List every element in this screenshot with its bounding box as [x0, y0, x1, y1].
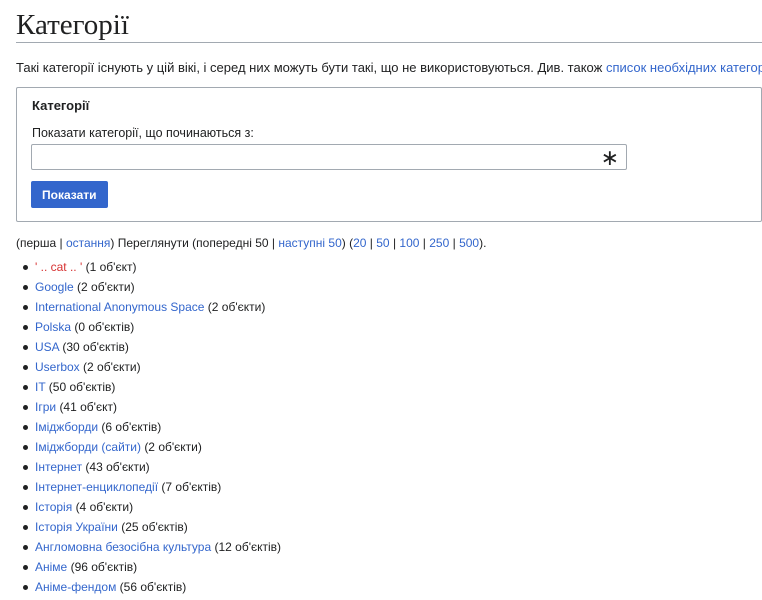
category-link[interactable]: Google — [35, 280, 74, 294]
bullet-icon — [23, 285, 28, 290]
list-item: International Anonymous Space (2 об'єкти… — [16, 297, 762, 317]
category-prefix-input[interactable] — [32, 145, 608, 169]
category-count: (56 об'єктів) — [119, 580, 187, 594]
list-item: ' .. cat .. ' (1 об'єкт) — [16, 257, 762, 277]
limit-500-link[interactable]: 500 — [459, 236, 479, 250]
limit-20-link[interactable]: 20 — [353, 236, 366, 250]
bullet-icon — [23, 425, 28, 430]
category-count: (6 об'єктів) — [101, 420, 162, 434]
next-50-link[interactable]: наступні 50 — [278, 236, 341, 250]
intro-text: Такі категорії існують у цій вікі, і сер… — [16, 59, 762, 76]
list-item: Інтернет-енциклопедії (7 об'єктів) — [16, 477, 762, 497]
category-count: (50 об'єктів) — [48, 380, 116, 394]
category-prefix-field[interactable]: ∗ — [31, 144, 627, 170]
category-list: ' .. cat .. ' (1 об'єкт) Google (2 об'єкт… — [16, 257, 762, 597]
category-link[interactable]: Userbox — [35, 360, 80, 374]
category-link[interactable]: Ігри — [35, 400, 56, 414]
category-count: (25 об'єктів) — [121, 520, 188, 534]
limit-250-link[interactable]: 250 — [429, 236, 449, 250]
list-item: Ігри (41 об'єкт) — [16, 397, 762, 417]
category-link[interactable]: IT — [35, 380, 45, 394]
bullet-icon — [23, 465, 28, 470]
limit-50-link[interactable]: 50 — [376, 236, 389, 250]
list-item: Іміджборди (сайти) (2 об'єкти) — [16, 437, 762, 457]
category-link[interactable]: Іміджборди — [35, 420, 98, 434]
list-item: Google (2 об'єкти) — [16, 277, 762, 297]
bullet-icon — [23, 365, 28, 370]
category-count: (12 об'єктів) — [214, 540, 282, 554]
bullet-icon — [23, 345, 28, 350]
pagination-nav: (перша | остання) Переглянути (попередні… — [16, 236, 487, 250]
category-link[interactable]: Іміджборди (сайти) — [35, 440, 141, 454]
required-categories-link[interactable]: список необхідних категорій — [606, 60, 762, 75]
category-link[interactable]: Історія України — [35, 520, 118, 534]
asterisk-icon[interactable]: ∗ — [601, 146, 619, 170]
list-item: Історія України (25 об'єктів) — [16, 517, 762, 537]
page-title: Категорії — [16, 0, 762, 43]
first-page-text: перша — [20, 236, 57, 250]
category-count: (2 об'єкти) — [144, 440, 202, 454]
bullet-icon — [23, 485, 28, 490]
bullet-icon — [23, 305, 28, 310]
bullet-icon — [23, 585, 28, 590]
category-count: (4 об'єкти) — [75, 500, 134, 514]
category-link[interactable]: Інтернет — [35, 460, 82, 474]
content: Категорії Такі категорії існують у цій в… — [16, 0, 762, 597]
category-count: (2 об'єкти) — [83, 360, 141, 374]
list-item: Історія (4 об'єкти) — [16, 497, 762, 517]
limit-100-link[interactable]: 100 — [399, 236, 419, 250]
list-item: Polska (0 об'єктів) — [16, 317, 762, 337]
category-count: (2 об'єкти) — [207, 300, 266, 314]
list-item: Англомовна безосібна культура (12 об'єкт… — [16, 537, 762, 557]
category-count: (43 об'єкти) — [85, 460, 150, 474]
bullet-icon — [23, 325, 28, 330]
form-legend: Категорії — [32, 98, 90, 113]
category-count: (7 об'єктів) — [161, 480, 222, 494]
category-link[interactable]: Polska — [35, 320, 71, 334]
list-item: IT (50 об'єктів) — [16, 377, 762, 397]
show-button[interactable]: Показати — [31, 181, 108, 208]
category-link[interactable]: Історія — [35, 500, 72, 514]
category-link[interactable]: Англомовна безосібна культура — [35, 540, 211, 554]
bullet-icon — [23, 545, 28, 550]
form-label: Показати категорії, що починаються з: — [32, 126, 254, 140]
category-link[interactable]: International Anonymous Space — [35, 300, 204, 314]
category-search-form: Категорії Показати категорії, що починаю… — [16, 87, 762, 222]
list-item: Аніме (96 об'єктів) — [16, 557, 762, 577]
list-item: Аніме-фендом (56 об'єктів) — [16, 577, 762, 597]
list-item: Іміджборди (6 об'єктів) — [16, 417, 762, 437]
category-count: (30 об'єктів) — [62, 340, 129, 354]
category-link[interactable]: USA — [35, 340, 59, 354]
bullet-icon — [23, 505, 28, 510]
bullet-icon — [23, 445, 28, 450]
category-link[interactable]: Аніме-фендом — [35, 580, 116, 594]
last-page-link[interactable]: остання — [66, 236, 110, 250]
category-count: (2 об'єкти) — [77, 280, 135, 294]
list-item: Userbox (2 об'єкти) — [16, 357, 762, 377]
category-link[interactable]: Інтернет-енциклопедії — [35, 480, 158, 494]
list-item: USA (30 об'єктів) — [16, 337, 762, 357]
list-item: Інтернет (43 об'єкти) — [16, 457, 762, 477]
bullet-icon — [23, 385, 28, 390]
bullet-icon — [23, 405, 28, 410]
category-link[interactable]: ' .. cat .. ' — [35, 260, 82, 274]
bullet-icon — [23, 565, 28, 570]
bullet-icon — [23, 525, 28, 530]
category-count: (1 об'єкт) — [85, 260, 137, 274]
bullet-icon — [23, 265, 28, 270]
category-count: (96 об'єктів) — [70, 560, 138, 574]
category-link[interactable]: Аніме — [35, 560, 67, 574]
category-count: (41 об'єкт) — [59, 400, 117, 414]
category-count: (0 об'єктів) — [74, 320, 135, 334]
